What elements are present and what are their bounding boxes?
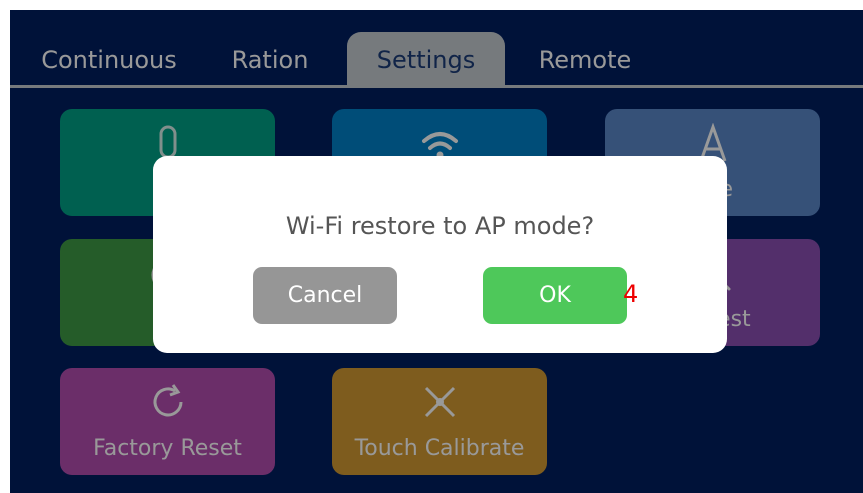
device-screen: Continuous Ration Settings Remote T age … — [10, 10, 863, 493]
confirm-dialog: Wi-Fi restore to AP mode? Cancel OK 4 — [153, 156, 727, 353]
ok-button[interactable]: OK — [483, 267, 627, 324]
dialog-message: Wi-Fi restore to AP mode? — [285, 212, 595, 240]
step-annotation: 4 — [623, 280, 639, 308]
cancel-button[interactable]: Cancel — [253, 267, 397, 324]
